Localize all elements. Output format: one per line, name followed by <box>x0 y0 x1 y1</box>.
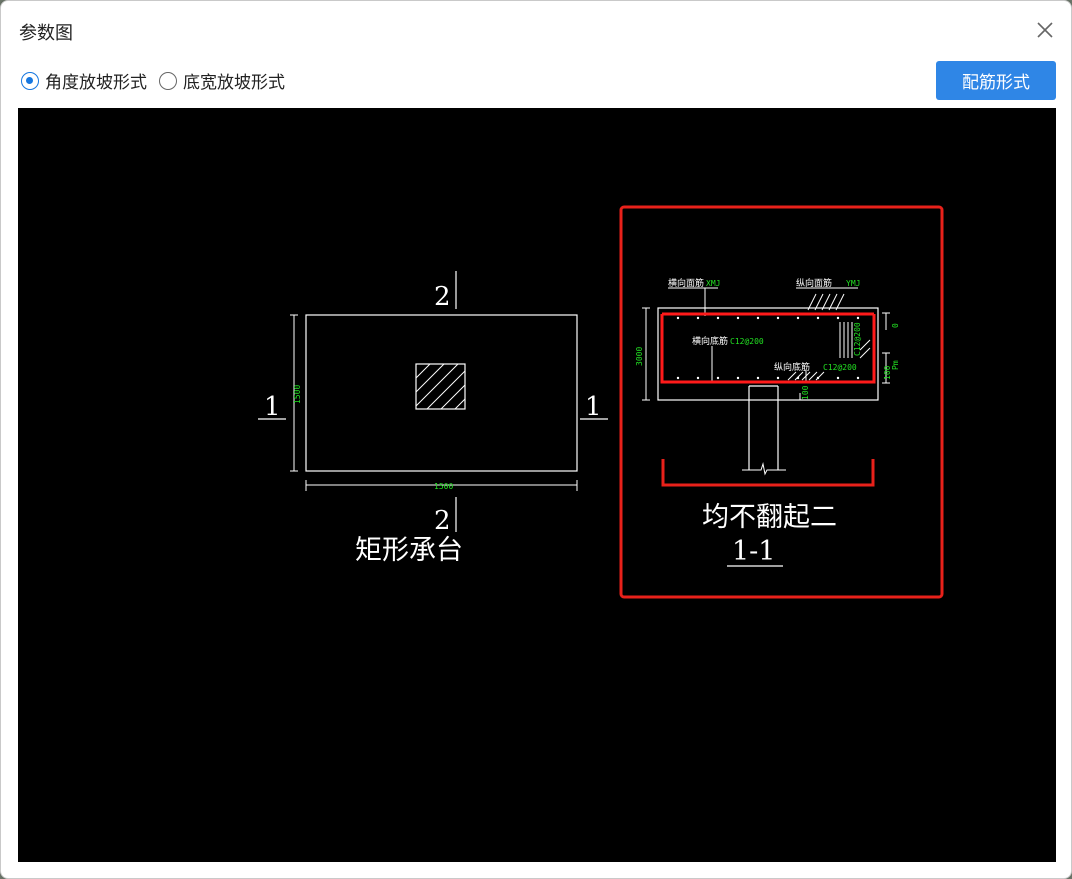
side-bar-marks <box>839 322 853 358</box>
section-dim-pile: 100 <box>801 385 810 400</box>
radio-checked-icon[interactable] <box>21 71 39 90</box>
label-top-longitudinal-code: YMJ <box>846 279 860 288</box>
plan-section-mark-right: 1 <box>585 392 602 422</box>
section-dim-100: 100 <box>883 365 892 380</box>
cap-outline <box>305 314 578 472</box>
section-label: 1-1 <box>732 536 775 567</box>
plan-title: 矩形承台 <box>355 535 463 566</box>
radio-bottom-width-slope[interactable]: 底宽放坡形式 <box>159 68 285 93</box>
radio-angle-slope[interactable]: 角度放坡形式 <box>21 68 147 93</box>
drawing-canvas: 2 2 1 1 1500 1500 矩形承台 横向面筋 XMJ 纵向面筋 YMJ… <box>18 108 1056 862</box>
label-top-transverse: 横向面筋 <box>668 277 704 289</box>
plan-section-mark-top: 2 <box>434 282 451 312</box>
plan-section-mark-left: 1 <box>264 392 281 422</box>
radio-unchecked-icon[interactable] <box>159 71 177 90</box>
label-bottom-transverse-spec: C12@200 <box>730 337 764 346</box>
plan-section-mark-bottom: 2 <box>434 506 451 536</box>
rebar-form-button[interactable]: 配筋形式 <box>936 61 1056 100</box>
radio-bottom-width-slope-label: 底宽放坡形式 <box>183 73 285 93</box>
plan-dim-height-text: 1500 <box>293 385 302 404</box>
cad-drawing: 2 2 1 1 1500 1500 矩形承台 横向面筋 XMJ 纵向面筋 YMJ… <box>258 205 944 599</box>
label-bottom-longitudinal: 纵向底筋 <box>774 361 810 373</box>
section-dim-height-text: 3000 <box>635 347 644 366</box>
section-highlight-frame <box>619 205 944 599</box>
slope-mode-radio-group: 角度放坡形式 底宽放坡形式 <box>21 68 297 93</box>
label-top-transverse-code: XMJ <box>706 279 720 288</box>
section-dim-cover-top: 0 <box>891 323 900 328</box>
close-icon[interactable] <box>1033 18 1057 42</box>
caption-bracket <box>661 459 875 487</box>
parameter-dialog: 参数图 角度放坡形式 底宽放坡形式 配筋形式 2 2 1 1 1500 1500… <box>0 0 1072 879</box>
plan-dim-width-text: 1500 <box>434 482 453 491</box>
section-dim-cover-bottom: Pm <box>891 360 900 370</box>
label-bottom-longitudinal-spec: C12@200 <box>823 363 857 372</box>
dialog-title: 参数图 <box>19 23 73 44</box>
section-caption: 均不翻起二 <box>702 502 837 533</box>
label-top-longitudinal: 纵向面筋 <box>796 277 832 289</box>
radio-angle-slope-label: 角度放坡形式 <box>45 73 147 93</box>
plan-view <box>258 271 608 532</box>
label-side-bar-spec: C12@200 <box>853 322 862 356</box>
column-hatch <box>415 363 466 410</box>
label-bottom-transverse: 横向底筋 <box>692 335 728 347</box>
